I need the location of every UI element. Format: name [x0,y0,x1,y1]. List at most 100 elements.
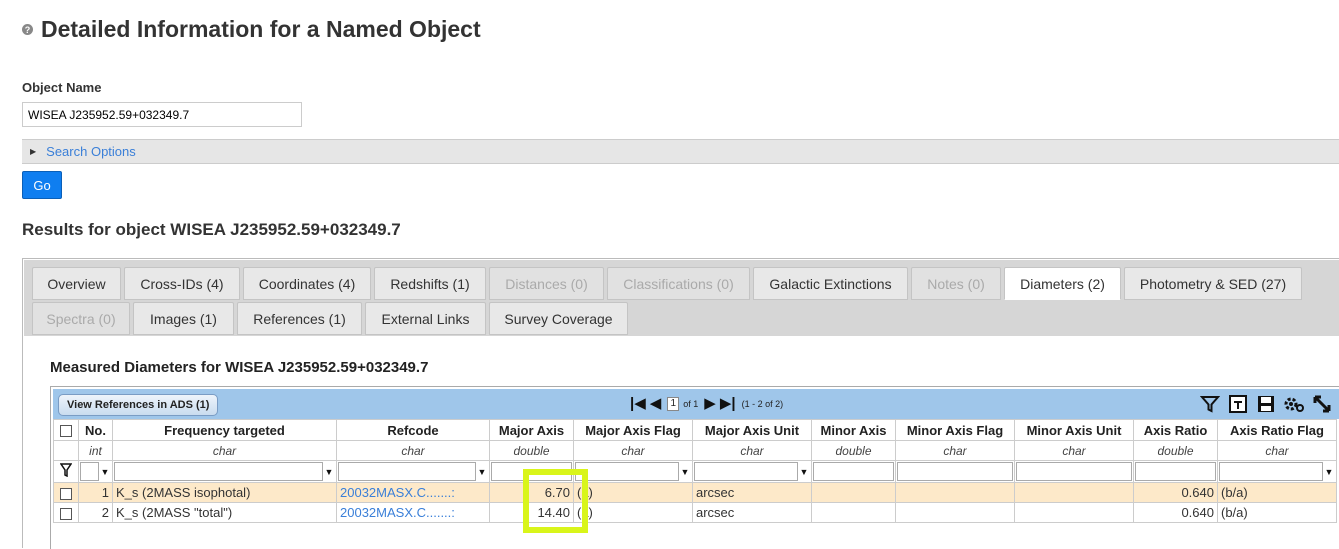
cell-major-axis-unit: arcsec [692,502,812,523]
filter-input[interactable] [114,462,323,481]
column-header[interactable]: Major Axis [489,419,574,441]
filter-input[interactable] [338,462,476,481]
type-cell: char [895,440,1015,461]
dropdown-arrow-icon[interactable]: ▼ [323,467,335,477]
filter-cell [1133,460,1218,483]
type-cell: double [1133,440,1218,461]
tab-spectra: Spectra (0) [32,302,130,335]
dropdown-arrow-icon[interactable]: ▼ [1323,467,1335,477]
filter-input[interactable] [80,462,99,481]
filter-input[interactable] [575,462,679,481]
column-header[interactable]: Refcode [336,419,490,441]
row-select-cell[interactable] [53,502,79,523]
cell-major-axis-unit: arcsec [692,482,812,503]
tab-redshifts[interactable]: Redshifts (1) [374,267,486,300]
tab-survey-coverage[interactable]: Survey Coverage [489,302,628,335]
grid-tools [1199,393,1333,415]
tab-classifications: Classifications (0) [607,267,750,300]
column-header[interactable]: Major Axis Unit [692,419,812,441]
page-of-label: of 1 [683,398,699,409]
row-checkbox[interactable] [60,507,72,520]
filter-input[interactable] [1016,462,1132,481]
table-row[interactable]: 1 K_s (2MASS isophotal) 20032MASX.C.....… [53,482,1337,503]
column-header[interactable]: Axis Ratio Flag [1217,419,1337,441]
tab-coordinates[interactable]: Coordinates (4) [243,267,371,300]
filter-cell [811,460,896,483]
column-header[interactable]: Major Axis Flag [573,419,693,441]
tab-distances: Distances (0) [489,267,604,300]
filter-input[interactable] [1135,462,1216,481]
cell-no: 2 [78,502,113,523]
type-cell: char [692,440,812,461]
last-page-icon[interactable]: ▶| [720,396,736,411]
save-icon[interactable] [1255,393,1277,415]
filter-row: ▼ ▼ ▼ ▼ ▼ ▼ [53,460,1337,483]
filter-input[interactable] [813,462,894,481]
row-checkbox[interactable] [60,487,72,500]
dropdown-arrow-icon[interactable]: ▼ [798,467,810,477]
go-button[interactable]: Go [22,171,62,199]
type-cell: char [1014,440,1134,461]
next-page-icon[interactable]: ▶ [704,396,716,411]
filter-cell [1014,460,1134,483]
diameters-table: No. Frequency targeted Refcode Major Axi… [53,419,1337,523]
search-options-label[interactable]: Search Options [46,144,136,159]
tab-bar: Overview Cross-IDs (4) Coordinates (4) R… [24,260,1339,336]
tab-overview[interactable]: Overview [32,267,121,300]
header-row: No. Frequency targeted Refcode Major Axi… [53,419,1337,441]
type-cell: double [811,440,896,461]
cell-refcode-link[interactable]: 20032MASX.C.......: [336,482,490,503]
filter-icon[interactable] [59,463,73,478]
cell-axis-ratio-flag: (b/a) [1217,502,1337,523]
cell-minor-axis-flag [895,502,1015,523]
dropdown-arrow-icon[interactable]: ▼ [99,467,111,477]
tab-galactic-extinctions[interactable]: Galactic Extinctions [753,267,908,300]
tab-photometry-sed[interactable]: Photometry & SED (27) [1124,267,1302,300]
table-row[interactable]: 2 K_s (2MASS "total") 20032MASX.C.......… [53,502,1337,523]
page-number-input[interactable]: 1 [667,396,680,411]
select-all-checkbox[interactable] [60,425,72,438]
cell-refcode-link[interactable]: 20032MASX.C.......: [336,502,490,523]
filter-icon[interactable] [1199,393,1221,415]
tab-cross-ids[interactable]: Cross-IDs (4) [124,267,240,300]
column-header[interactable]: No. [78,419,113,441]
results-title: Results for object WISEA J235952.59+0323… [22,220,401,239]
search-options-toggle[interactable]: ▶ Search Options [22,139,1339,164]
view-ads-references-button[interactable]: View References in ADS (1) [58,394,219,416]
row-select-cell[interactable] [53,482,79,503]
page-title: ? Detailed Information for a Named Objec… [22,16,481,43]
diameters-title: Measured Diameters for WISEA J235952.59+… [50,359,429,376]
type-cell: char [336,440,490,461]
select-all-header[interactable] [53,419,79,441]
filter-input[interactable] [1219,462,1323,481]
filter-cell: ▼ [78,460,113,483]
filter-input[interactable] [694,462,798,481]
object-name-input[interactable] [22,102,302,127]
filter-input[interactable] [897,462,1013,481]
type-cell: char [1217,440,1337,461]
expand-triangle-icon: ▶ [30,147,37,156]
text-export-icon[interactable] [1227,393,1249,415]
column-header[interactable]: Frequency targeted [112,419,337,441]
expand-icon[interactable] [1311,393,1333,415]
help-icon[interactable]: ? [22,24,33,35]
tab-external-links[interactable]: External Links [365,302,486,335]
object-name-label: Object Name [22,80,102,95]
column-header[interactable]: Minor Axis Unit [1014,419,1134,441]
page-title-text: Detailed Information for a Named Object [41,16,481,42]
settings-icon[interactable] [1283,393,1305,415]
column-header[interactable]: Minor Axis [811,419,896,441]
tab-references[interactable]: References (1) [237,302,362,335]
type-cell: int [78,440,113,461]
dropdown-arrow-icon[interactable]: ▼ [679,467,691,477]
cell-frequency: K_s (2MASS isophotal) [112,482,337,503]
dropdown-arrow-icon[interactable]: ▼ [476,467,488,477]
results-panel: Overview Cross-IDs (4) Coordinates (4) R… [22,258,1339,549]
tab-images[interactable]: Images (1) [133,302,234,335]
type-row: int char char double char char double ch… [53,440,1337,461]
first-page-icon[interactable]: |◀ [630,396,646,411]
prev-page-icon[interactable]: ◀ [650,396,662,411]
column-header[interactable]: Axis Ratio [1133,419,1218,441]
column-header[interactable]: Minor Axis Flag [895,419,1015,441]
tab-diameters[interactable]: Diameters (2) [1004,267,1121,300]
